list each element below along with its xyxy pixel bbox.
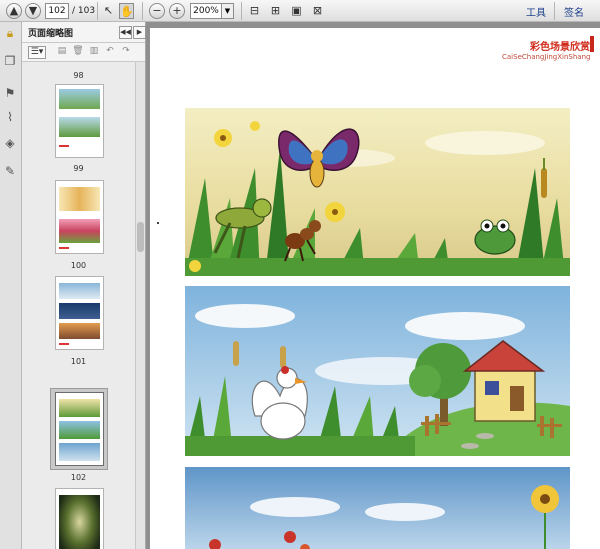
- document-view[interactable]: 彩色场景欣赏 CaiSeChangJingXinShang: [146, 22, 600, 549]
- illustration-meadow-insects: [185, 108, 570, 276]
- zoom-dropdown-icon[interactable]: ▼: [222, 3, 234, 19]
- attachment-icon[interactable]: ⌇: [3, 110, 17, 124]
- insert-page-icon[interactable]: ▤: [56, 46, 68, 57]
- zoom-out-icon[interactable]: −: [149, 3, 165, 19]
- thumbnail-page-102[interactable]: [55, 392, 104, 466]
- thumbnail-page-label: 98: [73, 71, 84, 80]
- panel-options-icon[interactable]: ▶: [133, 26, 146, 39]
- page-total: / 103: [72, 6, 96, 16]
- page-header-subtitle: CaiSeChangJingXinShang: [502, 53, 591, 61]
- panel-title: 页面缩略图: [28, 29, 74, 39]
- hand-tool-icon[interactable]: ✋: [119, 3, 134, 19]
- toolbar: ▲ ▼ 102 / 103 ↖ ✋ − + 200% ▼ ⊟ ⊞ ▣ ⊠ 工具 …: [0, 0, 600, 22]
- collapse-panel-icon[interactable]: ◀◀: [119, 26, 132, 39]
- thumbnail-page-label: 100: [70, 261, 87, 270]
- zoom-in-icon[interactable]: +: [169, 3, 185, 19]
- thumbnail-page-100[interactable]: [55, 180, 104, 254]
- scrollbar-thumb[interactable]: [137, 222, 144, 252]
- fit-width-icon[interactable]: ⊞: [268, 3, 283, 19]
- extract-page-icon[interactable]: ▥: [88, 46, 100, 57]
- toolbar-divider: [554, 2, 555, 20]
- previous-page-icon[interactable]: ▲: [6, 3, 22, 19]
- sign-button[interactable]: 签名: [564, 4, 584, 19]
- thumbnail-list: 98 99 100 101 102: [22, 62, 135, 549]
- illustration-sky-flowers: [185, 467, 570, 549]
- header-accent: [590, 36, 594, 52]
- illustration-pond-house: [185, 286, 570, 456]
- thumbnail-options-icon[interactable]: ☰▾: [28, 46, 46, 59]
- page-number-input[interactable]: 102: [45, 3, 69, 19]
- thumbnail-page-label: 102: [70, 473, 87, 482]
- delete-page-icon[interactable]: 🗑︎: [72, 46, 84, 57]
- page-thumbnails-icon[interactable]: ❐: [3, 54, 17, 68]
- fit-page-icon[interactable]: ⊟: [247, 3, 262, 19]
- tools-button[interactable]: 工具: [526, 4, 546, 19]
- toolbar-divider: [97, 2, 98, 20]
- select-tool-icon[interactable]: ↖: [101, 3, 116, 19]
- toolbar-divider: [142, 2, 143, 20]
- thumbnail-page-101[interactable]: [55, 276, 104, 350]
- single-page-icon[interactable]: ▣: [289, 3, 304, 19]
- zoom-level-field[interactable]: 200%: [190, 3, 222, 19]
- thumbnail-page-99[interactable]: [55, 84, 104, 158]
- panel-toolbar: ☰▾ ▤ 🗑︎ ▥ ↶ ↷: [22, 43, 145, 62]
- page-header-title: 彩色场景欣赏: [530, 42, 590, 53]
- thumbnail-page-label: 99: [73, 164, 84, 173]
- thumbnail-page-103[interactable]: [55, 488, 104, 549]
- bookmark-icon[interactable]: ⚑: [3, 86, 17, 100]
- toolbar-divider: [241, 2, 242, 20]
- next-page-icon[interactable]: ▼: [25, 3, 41, 19]
- thumbnail-page-label: 101: [70, 357, 87, 366]
- layers-icon[interactable]: ◈: [3, 136, 17, 150]
- page-speck: [157, 222, 159, 224]
- document-page: 彩色场景欣赏 CaiSeChangJingXinShang: [150, 28, 600, 549]
- rotate-left-icon[interactable]: ↶: [104, 46, 116, 57]
- lock-icon[interactable]: 🔒︎: [3, 26, 17, 40]
- signature-icon[interactable]: ✎: [3, 164, 17, 178]
- thumbnails-panel: 页面缩略图 ◀◀ ▶ ☰▾ ▤ 🗑︎ ▥ ↶ ↷ 98 99 100 101 1…: [22, 22, 146, 549]
- full-screen-icon[interactable]: ⊠: [310, 3, 325, 19]
- thumbnail-scrollbar[interactable]: [135, 62, 145, 549]
- navigation-strip: 🔒︎ ❐ ⚑ ⌇ ◈ ✎: [0, 22, 22, 549]
- panel-header: 页面缩略图 ◀◀ ▶: [22, 22, 146, 43]
- rotate-right-icon[interactable]: ↷: [120, 46, 132, 57]
